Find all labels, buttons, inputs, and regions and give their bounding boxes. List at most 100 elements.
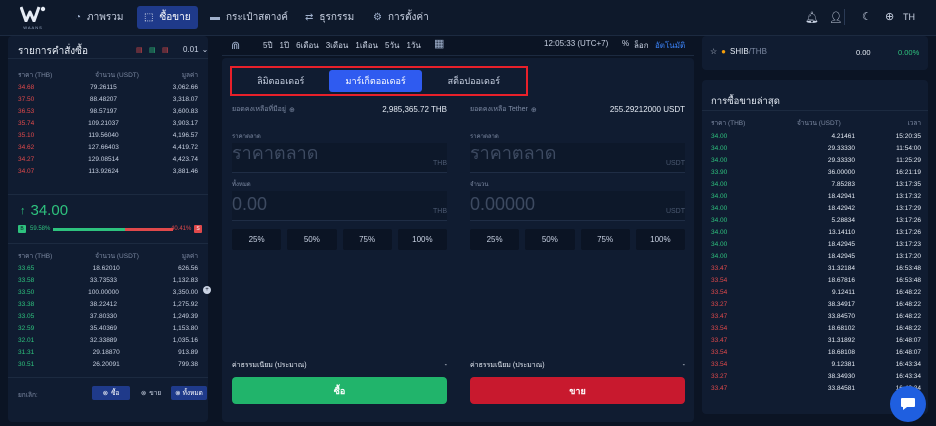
orderbook-view-bids-icon[interactable]: ▤ <box>149 46 156 54</box>
time-cell: 11:25:29 <box>896 157 921 164</box>
pct-50-button[interactable]: 50% <box>525 229 575 250</box>
buy-button[interactable]: ซื้อ <box>232 377 447 404</box>
pct-50-button[interactable]: 50% <box>287 229 337 250</box>
orderbook-view-both-icon[interactable]: ▤ <box>136 46 143 54</box>
ask-row[interactable]: 36.53 98.57197 3,600.83 <box>14 105 202 117</box>
amount-cell: 109.21037 <box>88 119 119 127</box>
tab-stop-order[interactable]: สต็อปออเดอร์ <box>428 70 520 92</box>
moon-icon[interactable]: ☾ <box>862 10 872 23</box>
ask-row[interactable]: 34.07 113.92624 3,881.46 <box>14 165 202 177</box>
time-cell: 16:48:22 <box>895 325 921 332</box>
language-selector[interactable]: TH <box>903 12 915 22</box>
tab-limit-order[interactable]: ลิมิตออเดอร์ <box>238 70 323 92</box>
cancel-sell-button[interactable]: ⊗ ขาย <box>134 386 168 400</box>
plus-icon[interactable]: + <box>203 286 211 294</box>
nav-overview[interactable]: ◔ ภาพรวม <box>68 6 130 29</box>
value-cell: 3,881.46 <box>172 167 198 175</box>
bid-row[interactable]: 33.58 33.73533 1,132.83 <box>14 274 202 286</box>
range-button[interactable]: 3เดือน <box>326 39 349 52</box>
range-button[interactable]: 5วัน <box>385 39 399 52</box>
fee-label: ค่าธรรมเนียม (ประมาณ) <box>232 362 307 369</box>
log-toggle[interactable]: ล็อก <box>634 39 649 52</box>
amount-cell: 31.32184 <box>827 265 855 272</box>
order-type-tabs: ลิมิตออเดอร์ มาร์เก็ตออเดอร์ สต็อปออเดอร… <box>230 66 528 96</box>
bid-row[interactable]: 32.01 32.33889 1,035.16 <box>14 334 202 346</box>
pct-75-button[interactable]: 75% <box>580 229 630 250</box>
ask-row[interactable]: 34.27 129.08514 4,423.74 <box>14 153 202 165</box>
time-ranges: 5ปี 1ปี 6เดือน 3เดือน 1เดือน 5วัน 1วัน <box>263 39 421 52</box>
recent-trades-panel: การซื้อขายล่าสุด ราคา (THB) จำนวน (USDT) เ… <box>702 80 928 414</box>
price-cell: 33.54 <box>711 289 728 296</box>
ask-row[interactable]: 35.74 109.21037 3,903.17 <box>14 117 202 129</box>
bid-row[interactable]: 33.05 37.80330 1,249.39 <box>14 310 202 322</box>
logo[interactable]: WAANS <box>19 6 46 30</box>
chat-button[interactable] <box>890 386 926 422</box>
cancel-all-button[interactable]: ⊗ ทั้งหมด <box>171 386 207 400</box>
pct-100-button[interactable]: 100% <box>635 229 685 250</box>
calendar-icon[interactable]: ▦ <box>434 37 444 50</box>
value-cell: 626.56 <box>178 264 198 272</box>
amount-cell: 129.08514 <box>88 155 119 163</box>
pct-100-button[interactable]: 100% <box>397 229 447 250</box>
pct-25-button[interactable]: 25% <box>470 229 520 250</box>
percent-toggle[interactable]: % <box>622 39 629 48</box>
bid-row[interactable]: 33.65 18.62010 626.56 <box>14 262 202 274</box>
price-cell: 33.50 <box>18 288 35 296</box>
range-button[interactable]: 1เดือน <box>355 39 378 52</box>
sell-ratio-bar <box>125 228 173 231</box>
buy-percent: 59.58% <box>30 226 51 232</box>
dashboard-icon: ◔ <box>75 12 82 23</box>
bid-row[interactable]: 33.38 38.22412 1,275.92 <box>14 298 202 310</box>
pct-75-button[interactable]: 75% <box>342 229 392 250</box>
precision-select[interactable]: 0.01 ⌄ <box>183 45 208 54</box>
cancel-buy-button[interactable]: ⊗ ซื้อ <box>92 386 130 400</box>
trade-row: 33.54 9.12411 16:48:22 <box>711 289 921 301</box>
ask-row[interactable]: 34.62 127.66403 4,419.72 <box>14 141 202 153</box>
nav-wallet[interactable]: ▬ กระเป๋าสตางค์ <box>203 6 295 29</box>
plus-circle-icon[interactable]: ⊕ <box>289 106 295 114</box>
buy-balance: 2,985,365.72 THB <box>382 105 447 114</box>
buy-amount-input[interactable]: 0.00 THB <box>232 191 447 221</box>
bid-row[interactable]: 31.31 29.18870 913.89 <box>14 346 202 358</box>
ask-row[interactable]: 35.10 119.56040 4,196.57 <box>14 129 202 141</box>
time-cell: 13:17:23 <box>895 241 921 248</box>
nav-trade[interactable]: ⬚ ซื้อขาย <box>137 6 198 29</box>
buy-price-input[interactable]: ราคาตลาด THB <box>232 143 447 173</box>
value-cell: 1,153.80 <box>172 324 198 332</box>
tab-market-order[interactable]: มาร์เก็ตออเดอร์ <box>329 70 422 92</box>
range-button[interactable]: 1วัน <box>406 39 420 52</box>
amount-cell: 9.12411 <box>831 289 855 296</box>
globe-icon[interactable]: ⊕ <box>885 10 894 23</box>
sell-button[interactable]: ขาย <box>470 377 685 404</box>
ask-row[interactable]: 37.50 88.48207 3,318.07 <box>14 93 202 105</box>
bid-row[interactable]: 32.59 35.40369 1,153.80 <box>14 322 202 334</box>
chart-home-icon[interactable]: ⋒ <box>231 39 240 52</box>
sell-price-input[interactable]: ราคาตลาด USDT <box>470 143 685 173</box>
value-cell: 4,196.57 <box>172 131 198 139</box>
bid-row[interactable]: 33.50 100.00000 3,350.00 <box>14 286 202 298</box>
gear-icon: ⚙ <box>373 12 382 23</box>
ask-row[interactable]: 34.68 79.26115 3,062.66 <box>14 81 202 93</box>
trade-row: 33.47 31.32184 16:53:48 <box>711 265 921 277</box>
amount-cell: 18.42941 <box>827 193 855 200</box>
orderbook-view-asks-icon[interactable]: ▤ <box>162 46 169 54</box>
bell-icon[interactable]: 🔔︎ <box>805 11 819 24</box>
star-icon[interactable]: ☆ <box>710 47 717 56</box>
nav-transactions[interactable]: ⇄ ธุรกรรม <box>298 6 361 29</box>
bid-row[interactable]: 30.51 26.20091 799.38 <box>14 358 202 370</box>
nav-settings[interactable]: ⚙ การตั้งค่า <box>366 6 436 29</box>
pct-25-button[interactable]: 25% <box>232 229 282 250</box>
range-button[interactable]: 5ปี <box>263 39 273 52</box>
range-button[interactable]: 6เดือน <box>296 39 319 52</box>
header-amount: จำนวน (USDT) <box>95 72 139 79</box>
range-button[interactable]: 1ปี <box>280 39 290 52</box>
last-price: ↑ 34.00 <box>20 202 68 219</box>
plus-circle-icon[interactable]: ⊕ <box>531 106 537 114</box>
value-cell: 4,423.74 <box>172 155 198 163</box>
auto-toggle[interactable]: อัตโนมัติ <box>655 39 685 52</box>
user-icon[interactable]: 👤︎ <box>829 11 843 24</box>
shib-icon: ● <box>721 47 727 56</box>
favorite-market[interactable]: ☆ ● SHIB/THB 0.00 0.00% <box>702 36 928 70</box>
time-cell: 16:48:22 <box>895 301 921 308</box>
sell-amount-input[interactable]: 0.00000 USDT <box>470 191 685 221</box>
